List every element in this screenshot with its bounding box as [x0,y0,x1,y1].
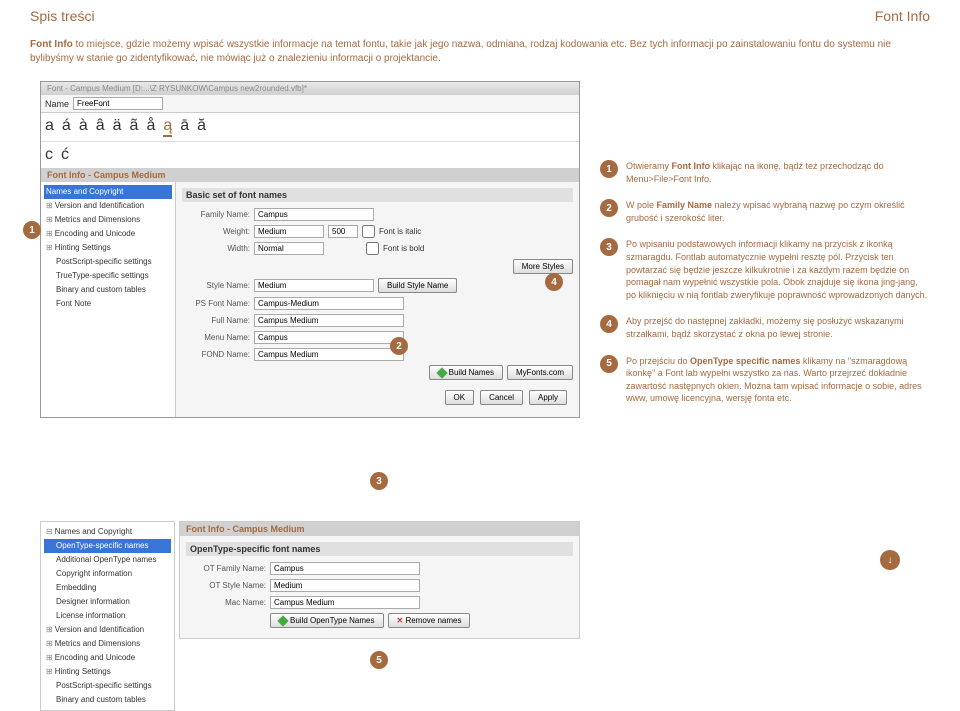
tree-note[interactable]: Font Note [44,297,172,311]
step-badge-3: 3 [600,238,618,256]
steps-column: 1Otwieramy Font Info klikając na ikonę, … [600,160,930,419]
tree-hinting[interactable]: ⊞Hinting Settings [44,241,172,255]
myfonts-btn[interactable]: MyFonts.com [507,365,573,380]
toc-link[interactable]: Spis treści [30,8,95,24]
ot-style-input[interactable] [270,579,420,592]
italic-check[interactable] [362,225,375,238]
bold-check[interactable] [366,242,379,255]
build-names-btn[interactable]: Build Names [429,365,503,380]
info-dialog-title: Font Info - Campus Medium [41,168,579,182]
weight-num[interactable] [328,225,358,238]
font-input[interactable] [73,97,163,110]
width-label: Width: [182,244,250,253]
callout-3: 3 [370,472,388,490]
tree-tt[interactable]: TrueType-specific settings [44,269,172,283]
menu-input[interactable] [254,331,404,344]
callout-2: 2 [390,337,408,355]
ot-family-input[interactable] [270,562,420,575]
weight-input[interactable] [254,225,324,238]
callout-4: 4 [545,273,563,291]
family-label: Family Name: [182,210,250,219]
step-badge-4: 4 [600,315,618,333]
fond-label: FOND Name: [182,350,250,359]
next-page-arrow[interactable]: ↓ [880,550,900,570]
info-title-2: Font Info - Campus Medium [180,522,579,536]
family-input[interactable] [254,208,374,221]
names-panel: Basic set of font names Family Name: Wei… [176,182,579,417]
style-input[interactable] [254,279,374,292]
ok-btn[interactable]: OK [445,390,475,405]
page-title: Font Info [875,8,930,24]
more-styles-btn[interactable]: More Styles [513,259,573,274]
weight-label: Weight: [182,227,250,236]
tree-names[interactable]: Names and Copyright [44,185,172,199]
step-badge-1: 1 [600,160,618,178]
diamond-icon [277,615,288,626]
width-input[interactable] [254,242,324,255]
tree-nav[interactable]: Names and Copyright ⊞Version and Identif… [41,182,176,417]
tree-metrics[interactable]: ⊞Metrics and Dimensions [44,213,172,227]
window-title: Font - Campus Medium [D:...\Z RYSUNKOW\C… [41,82,579,95]
panel2-title: OpenType-specific font names [186,542,573,556]
step-badge-2: 2 [600,199,618,217]
tree-ps[interactable]: PostScript-specific settings [44,255,172,269]
panel-title: Basic set of font names [182,188,573,202]
apply-btn[interactable]: Apply [529,390,567,405]
build-style-btn[interactable]: Build Style Name [378,278,457,293]
toolbar: Name [41,95,579,113]
step-badge-5: 5 [600,355,618,373]
tree-binary[interactable]: Binary and custom tables [44,283,172,297]
name-label: Name [45,99,69,109]
tree-encoding[interactable]: ⊞Encoding and Unicode [44,227,172,241]
intro-text: Font Info to miejsce, gdzie możemy wpisa… [0,28,960,81]
full-label: Full Name: [182,316,250,325]
tree-version[interactable]: ⊞Version and Identification [44,199,172,213]
ot-panel: Font Info - Campus Medium OpenType-speci… [179,521,580,639]
ps-label: PS Font Name: [182,299,250,308]
glyph-row: aáàâäãåąāă [41,113,579,141]
callout-5: 5 [370,651,388,669]
style-label: Style Name: [182,281,250,290]
callout-1: 1 [23,221,41,239]
cancel-btn[interactable]: Cancel [480,390,523,405]
ps-input[interactable] [254,297,404,310]
menu-label: Menu Name: [182,333,250,342]
remove-btn[interactable]: ✕ Remove names [388,613,471,628]
diamond-icon [436,367,447,378]
mac-input[interactable] [270,596,420,609]
full-input[interactable] [254,314,404,327]
tree-ot-names[interactable]: OpenType-specific names [44,539,171,553]
fond-input[interactable] [254,348,404,361]
fontlab-window: Font - Campus Medium [D:...\Z RYSUNKOW\C… [40,81,580,418]
tree-nav-2[interactable]: ⊟Names and Copyright OpenType-specific n… [40,521,175,711]
build-ot-btn[interactable]: Build OpenType Names [270,613,384,628]
x-icon: ✕ [397,616,404,625]
